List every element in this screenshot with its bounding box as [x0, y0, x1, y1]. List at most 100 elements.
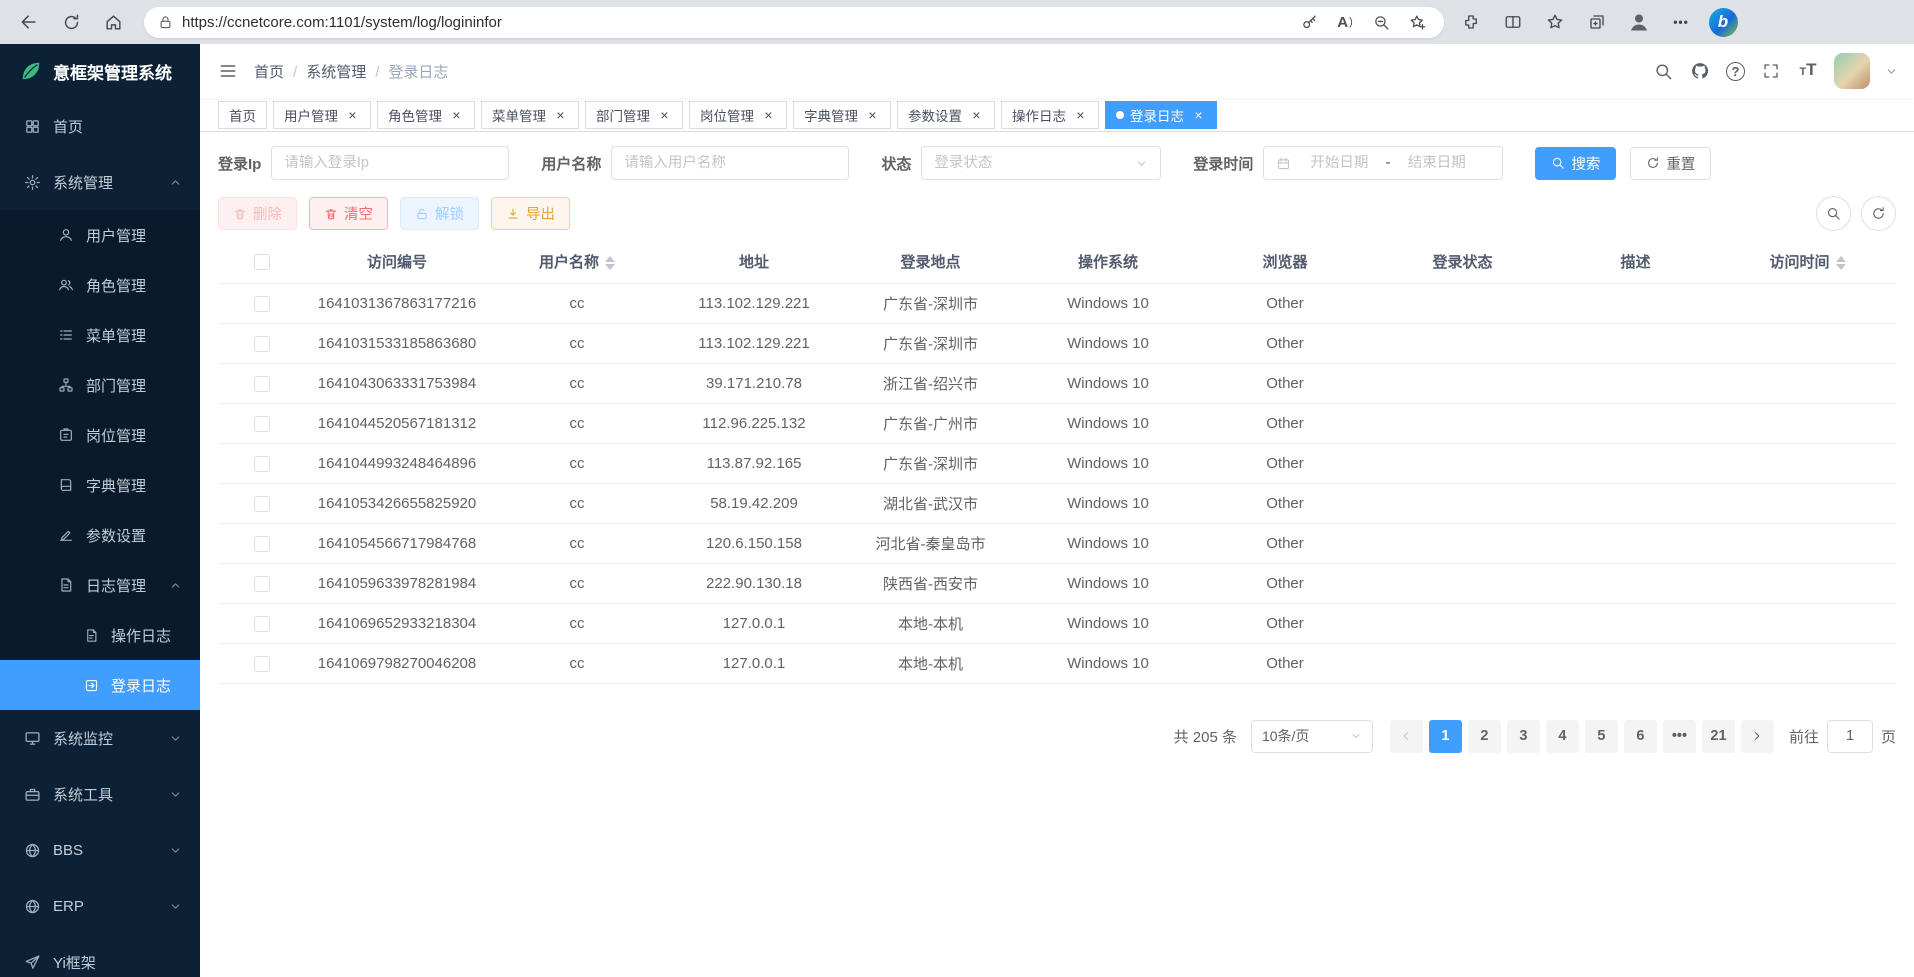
tab-close-icon[interactable]	[1073, 107, 1088, 122]
sort-caret[interactable]	[1836, 256, 1846, 270]
sidebar-item-erp[interactable]: ERP	[0, 878, 200, 934]
date-range-picker[interactable]: -	[1263, 146, 1503, 180]
tab[interactable]: 首页	[218, 101, 267, 129]
breadcrumb-system[interactable]: 系统管理	[306, 61, 388, 82]
page-button[interactable]: 5	[1585, 720, 1618, 753]
sidebar-item-system-management[interactable]: 系统管理	[0, 154, 200, 210]
text-size-icon[interactable]	[1797, 60, 1819, 82]
sidebar-item-yi-framework[interactable]: Yi框架	[0, 934, 200, 977]
sidebar-item-login-log[interactable]: 登录日志	[0, 660, 200, 710]
add-favorite-icon[interactable]	[1404, 9, 1430, 35]
read-aloud-icon[interactable]	[1332, 9, 1358, 35]
table-row[interactable]: 1641069652933218304 cc 127.0.0.1 本地-本机 W…	[218, 603, 1896, 643]
tab-close-icon[interactable]	[865, 107, 880, 122]
refresh-table-button[interactable]	[1861, 196, 1896, 231]
row-checkbox[interactable]	[254, 376, 270, 392]
sidebar-item-parameter-settings[interactable]: 参数设置	[0, 510, 200, 560]
sidebar-item-system-monitoring[interactable]: 系统监控	[0, 710, 200, 766]
tab[interactable]: 参数设置	[897, 101, 995, 129]
search-button[interactable]: 搜索	[1535, 147, 1616, 180]
github-icon[interactable]	[1689, 60, 1711, 82]
zoom-out-icon[interactable]	[1368, 9, 1394, 35]
favorites-bar-icon[interactable]	[1538, 5, 1572, 39]
table-row[interactable]: 1641031367863177216 cc 113.102.129.221 广…	[218, 283, 1896, 323]
prev-page-button[interactable]	[1390, 720, 1423, 753]
tab-close-icon[interactable]	[1191, 107, 1206, 122]
split-screen-icon[interactable]	[1496, 5, 1530, 39]
row-checkbox[interactable]	[254, 536, 270, 552]
page-size-select[interactable]: 10条/页	[1251, 720, 1373, 753]
collections-icon[interactable]	[1580, 5, 1614, 39]
sidebar-item-department-management[interactable]: 部门管理	[0, 360, 200, 410]
row-checkbox[interactable]	[254, 656, 270, 672]
status-select[interactable]	[921, 146, 1161, 180]
sidebar-item-bbs[interactable]: BBS	[0, 822, 200, 878]
row-checkbox[interactable]	[254, 416, 270, 432]
table-row[interactable]: 1641059633978281984 cc 222.90.130.18 陕西省…	[218, 563, 1896, 603]
fullscreen-icon[interactable]	[1760, 60, 1782, 82]
page-button[interactable]: •••	[1663, 720, 1696, 753]
sidebar-item-system-tools[interactable]: 系统工具	[0, 766, 200, 822]
table-row[interactable]: 1641069798270046208 cc 127.0.0.1 本地-本机 W…	[218, 643, 1896, 683]
row-checkbox[interactable]	[254, 496, 270, 512]
tab[interactable]: 字典管理	[793, 101, 891, 129]
tab-close-icon[interactable]	[553, 107, 568, 122]
tab-close-icon[interactable]	[449, 107, 464, 122]
sidebar-item-home[interactable]: 首页	[0, 98, 200, 154]
next-page-button[interactable]	[1741, 720, 1774, 753]
app-logo[interactable]: 意框架管理系统	[0, 44, 200, 98]
tab[interactable]: 用户管理	[273, 101, 371, 129]
page-button[interactable]: 2	[1468, 720, 1501, 753]
login-ip-input[interactable]	[284, 155, 496, 171]
breadcrumb-home[interactable]: 首页	[254, 61, 306, 82]
delete-button[interactable]: 删除	[218, 197, 297, 230]
export-button[interactable]: 导出	[491, 197, 570, 230]
sort-caret[interactable]	[605, 256, 615, 270]
goto-page-input[interactable]	[1827, 720, 1873, 753]
table-row[interactable]: 1641043063331753984 cc 39.171.210.78 浙江省…	[218, 363, 1896, 403]
sidebar-item-post-management[interactable]: 岗位管理	[0, 410, 200, 460]
row-checkbox[interactable]	[254, 576, 270, 592]
row-checkbox[interactable]	[254, 456, 270, 472]
table-row[interactable]: 1641053426655825920 cc 58.19.42.209 湖北省-…	[218, 483, 1896, 523]
page-button[interactable]: 6	[1624, 720, 1657, 753]
table-row[interactable]: 1641044520567181312 cc 112.96.225.132 广东…	[218, 403, 1896, 443]
sidebar-item-log-management[interactable]: 日志管理	[0, 560, 200, 610]
tab[interactable]: 部门管理	[585, 101, 683, 129]
extensions-icon[interactable]	[1454, 5, 1488, 39]
tab[interactable]: 岗位管理	[689, 101, 787, 129]
select-all-checkbox[interactable]	[254, 254, 270, 270]
unlock-button[interactable]: 解锁	[400, 197, 479, 230]
tab-close-icon[interactable]	[345, 107, 360, 122]
sidebar-item-dictionary-management[interactable]: 字典管理	[0, 460, 200, 510]
tab[interactable]: 登录日志	[1105, 101, 1217, 129]
tab[interactable]: 操作日志	[1001, 101, 1099, 129]
tab[interactable]: 角色管理	[377, 101, 475, 129]
chevron-down-icon[interactable]	[1885, 65, 1898, 78]
username-input[interactable]	[624, 155, 836, 171]
search-icon[interactable]	[1652, 60, 1674, 82]
sidebar-item-user-management[interactable]: 用户管理	[0, 210, 200, 260]
page-button[interactable]: 3	[1507, 720, 1540, 753]
end-date-input[interactable]	[1397, 155, 1477, 171]
browser-menu-icon[interactable]	[1664, 5, 1698, 39]
sidebar-item-menu-management[interactable]: 菜单管理	[0, 310, 200, 360]
tab-close-icon[interactable]	[969, 107, 984, 122]
table-row[interactable]: 1641044993248464896 cc 113.87.92.165 广东省…	[218, 443, 1896, 483]
table-row[interactable]: 1641054566717984768 cc 120.6.150.158 河北省…	[218, 523, 1896, 563]
help-icon[interactable]	[1726, 62, 1745, 81]
sidebar-item-role-management[interactable]: 角色管理	[0, 260, 200, 310]
tab-close-icon[interactable]	[657, 107, 672, 122]
bing-copilot-icon[interactable]	[1706, 5, 1740, 39]
sidebar-toggle-icon[interactable]	[218, 61, 238, 81]
address-bar[interactable]: https://ccnetcore.com:1101/system/log/lo…	[144, 7, 1444, 38]
row-checkbox[interactable]	[254, 296, 270, 312]
status-select-value[interactable]	[934, 155, 1129, 171]
sidebar-item-operation-log[interactable]: 操作日志	[0, 610, 200, 660]
avatar[interactable]	[1834, 53, 1870, 89]
home-icon[interactable]	[96, 5, 130, 39]
browser-profile-icon[interactable]	[1622, 5, 1656, 39]
refresh-icon[interactable]	[54, 5, 88, 39]
page-button[interactable]: 4	[1546, 720, 1579, 753]
table-row[interactable]: 1641031533185863680 cc 113.102.129.221 广…	[218, 323, 1896, 363]
